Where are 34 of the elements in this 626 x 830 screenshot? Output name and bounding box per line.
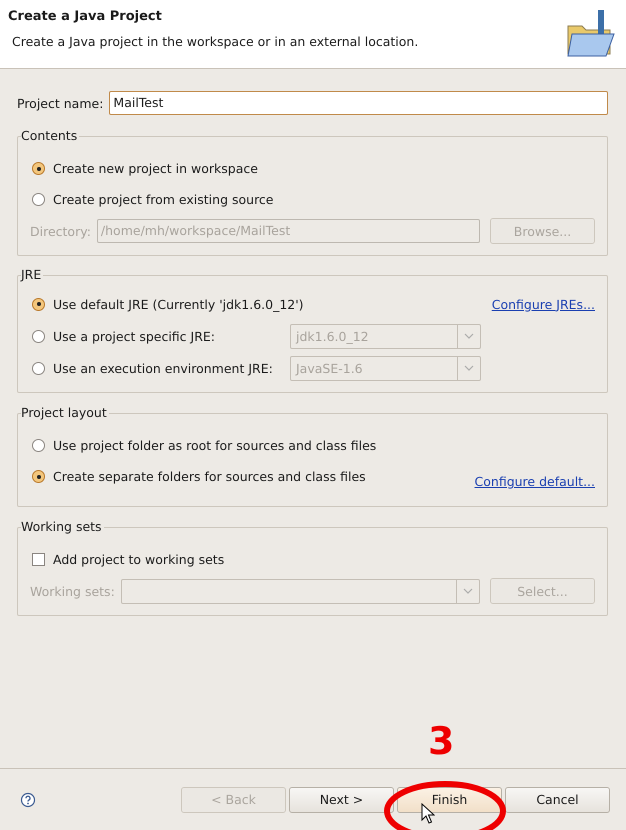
directory-label: Directory:: [30, 224, 91, 238]
caret-icon: [462, 587, 474, 595]
caret-icon: [463, 364, 475, 372]
option-label: Use an execution environment JRE:: [53, 360, 274, 376]
group-title: Working sets: [21, 519, 104, 534]
option-label: Use project folder as root for sources and class files: [53, 438, 376, 453]
checkbox-label: Add project to working sets: [53, 552, 224, 567]
group-title: Contents: [21, 128, 80, 143]
option-label: Create separate folders for sources and class files: [53, 469, 366, 484]
option-label: Create new project in workspace: [53, 161, 258, 176]
option-label: Use a project specific JRE:: [53, 328, 216, 344]
project-name-field[interactable]: MailTest: [109, 91, 608, 115]
configure-default-link[interactable]: Configure default...: [474, 474, 595, 489]
radio-button[interactable]: [32, 193, 45, 206]
group-title: JRE: [21, 267, 44, 282]
step-number: 3: [428, 719, 454, 763]
option-label: Use default JRE (Currently 'jdk1.6.0_12'): [53, 296, 304, 312]
help-icon[interactable]: [20, 792, 36, 808]
configure-jres-link[interactable]: Configure JREs...: [492, 296, 595, 312]
group-title: Project layout: [21, 405, 109, 420]
dialog-description: Create a Java project in the workspace or in an external location.: [12, 34, 418, 49]
dialog-title: Create a Java Project: [8, 9, 163, 24]
radio-button[interactable]: [32, 162, 45, 175]
dialog-button[interactable]: Next >: [289, 786, 394, 812]
radio-button[interactable]: [32, 470, 45, 483]
working-sets-label: Working sets:: [30, 584, 115, 598]
radio-button[interactable]: [32, 298, 45, 310]
radio-button[interactable]: [32, 439, 45, 452]
option-label: Create project from existing source: [53, 192, 274, 207]
dialog-button[interactable]: Cancel: [505, 786, 610, 812]
caret-icon: [463, 332, 475, 340]
checkbox[interactable]: [32, 553, 45, 566]
mouse-cursor-icon: [421, 803, 435, 825]
project-name-label: Project name:: [17, 96, 104, 110]
